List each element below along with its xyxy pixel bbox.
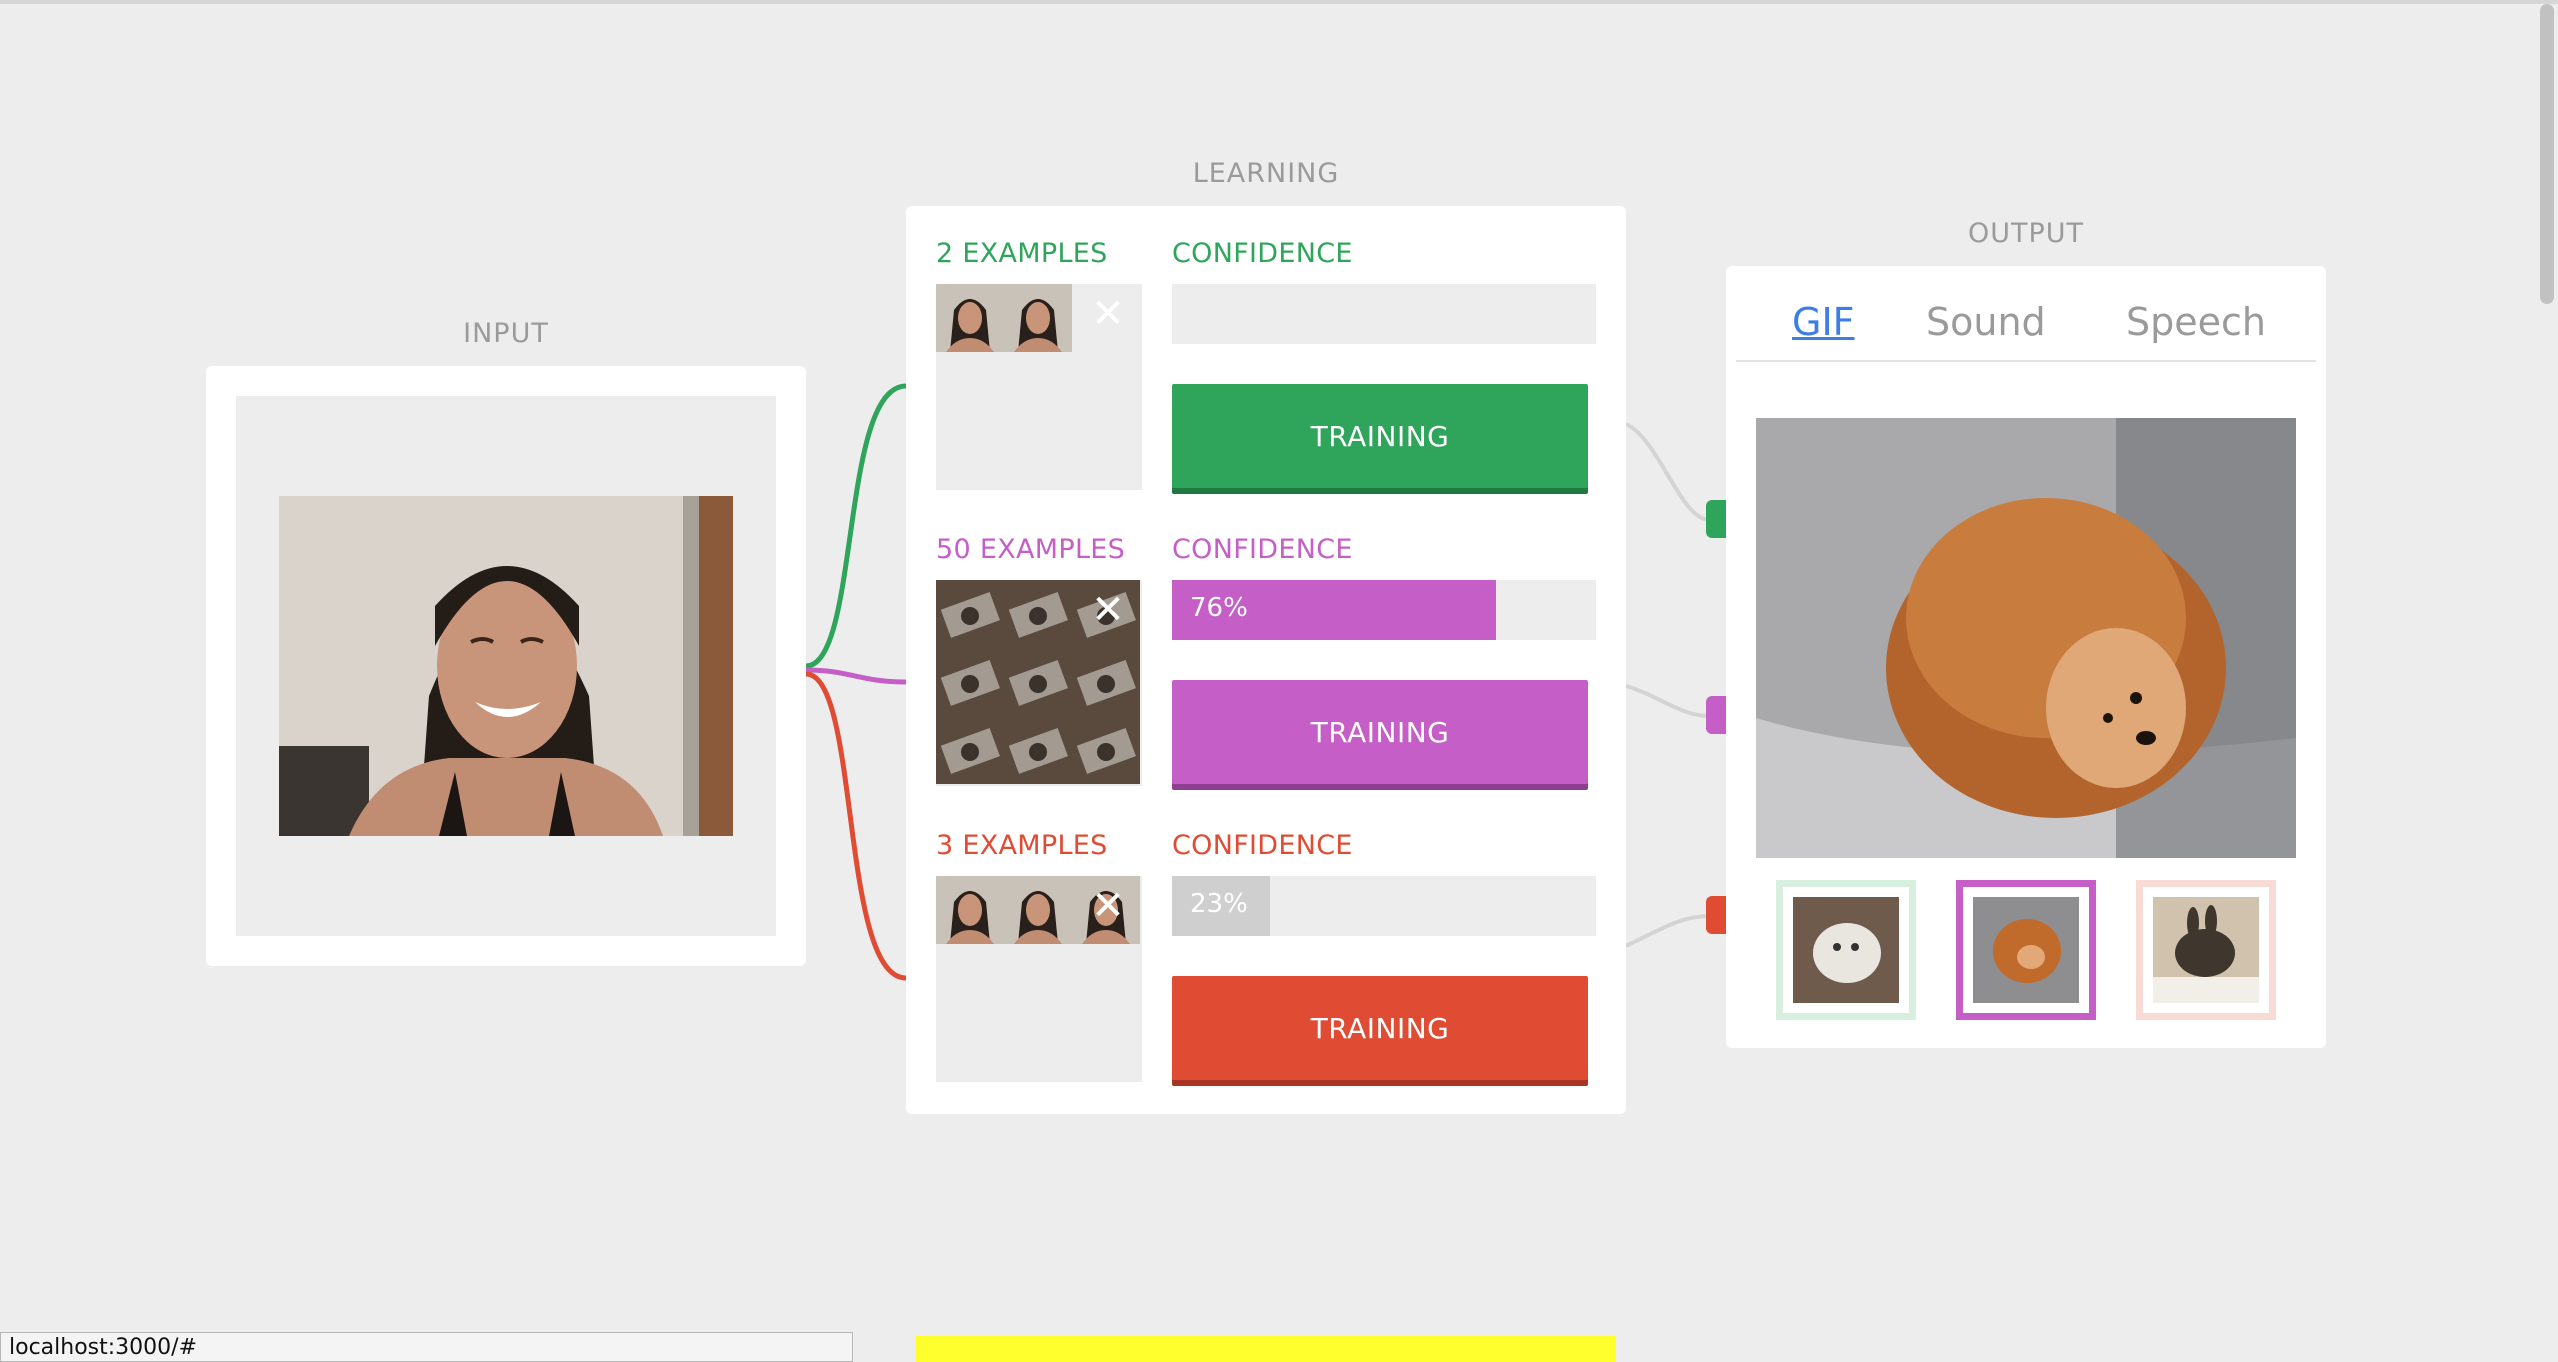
gif-thumbnail-dog: [1973, 897, 2079, 1003]
scrollbar-thumb[interactable]: [2540, 4, 2554, 304]
class-row-red: 3 EXAMPLES CONFIDENCE ✕ 23% TRAINING: [936, 798, 1596, 1082]
train-button-purple[interactable]: TRAINING: [1172, 680, 1588, 784]
example-thumbnail: [1004, 876, 1072, 944]
gif-preview: [1756, 418, 2296, 858]
input-title: INPUT: [463, 318, 549, 349]
gif-option-red[interactable]: [2136, 880, 2276, 1020]
confidence-bar: [1172, 284, 1596, 344]
learning-panel: 2 EXAMPLES CONFIDENCE ✕ TRAINING 50 EXAM…: [906, 206, 1626, 1114]
clear-examples-icon[interactable]: ✕: [1088, 886, 1128, 926]
example-thumbnail: [936, 580, 1004, 648]
examples-count-label: 50 EXAMPLES: [936, 534, 1126, 565]
train-button-red[interactable]: TRAINING: [1172, 976, 1588, 1080]
confidence-label: CONFIDENCE: [1172, 830, 1353, 861]
browser-status-bar: localhost:3000/#: [0, 1332, 853, 1362]
webcam-frame: [236, 396, 776, 936]
examples-box[interactable]: ✕: [936, 580, 1142, 786]
highlight-banner: [916, 1336, 1616, 1362]
examples-box[interactable]: ✕: [936, 284, 1142, 490]
confidence-bar: 23%: [1172, 876, 1596, 936]
learning-title: LEARNING: [1192, 158, 1340, 189]
example-thumbnail: [1004, 580, 1072, 648]
tab-sound[interactable]: Sound: [1926, 300, 2046, 344]
examples-box[interactable]: ✕: [936, 876, 1142, 1082]
output-tabs: GIF Sound Speech: [1736, 296, 2316, 362]
output-connector-purple: [1706, 696, 1728, 734]
example-thumbnail: [1004, 716, 1072, 784]
webcam-feed: [279, 496, 733, 836]
example-thumbnail: [1004, 284, 1072, 352]
top-border: [0, 0, 2558, 4]
example-thumbnail: [936, 876, 1004, 944]
class-row-green: 2 EXAMPLES CONFIDENCE ✕ TRAINING: [936, 206, 1596, 490]
confidence-label: CONFIDENCE: [1172, 534, 1353, 565]
output-title: OUTPUT: [1967, 218, 2085, 249]
example-thumbnail: [1072, 716, 1140, 784]
gif-thumbnail-cat: [1793, 897, 1899, 1003]
example-thumbnail: [1004, 648, 1072, 716]
output-panel: GIF Sound Speech: [1726, 266, 2326, 1048]
clear-examples-icon[interactable]: ✕: [1088, 590, 1128, 630]
confidence-value: 76%: [1190, 593, 1248, 623]
page-scrollbar[interactable]: [2536, 4, 2558, 1332]
input-panel: [206, 366, 806, 966]
confidence-value: 23%: [1190, 889, 1248, 919]
examples-count-label: 2 EXAMPLES: [936, 238, 1108, 269]
tab-gif[interactable]: GIF: [1792, 300, 1855, 344]
confidence-bar: 76%: [1172, 580, 1596, 640]
example-thumbnail: [1072, 648, 1140, 716]
gif-option-green[interactable]: [1776, 880, 1916, 1020]
examples-count-label: 3 EXAMPLES: [936, 830, 1108, 861]
example-thumbnail: [936, 716, 1004, 784]
clear-examples-icon[interactable]: ✕: [1088, 294, 1128, 334]
gif-thumbnail-rabbit: [2153, 897, 2259, 1003]
example-thumbnail: [936, 648, 1004, 716]
gif-option-purple[interactable]: [1956, 880, 2096, 1020]
class-row-purple: 50 EXAMPLES CONFIDENCE ✕ 76% TRAINING: [936, 502, 1596, 786]
example-thumbnail: [936, 284, 1004, 352]
output-connector-red: [1706, 896, 1728, 934]
confidence-label: CONFIDENCE: [1172, 238, 1353, 269]
output-connector-green: [1706, 500, 1728, 538]
tab-speech[interactable]: Speech: [2126, 300, 2266, 344]
train-button-green[interactable]: TRAINING: [1172, 384, 1588, 488]
